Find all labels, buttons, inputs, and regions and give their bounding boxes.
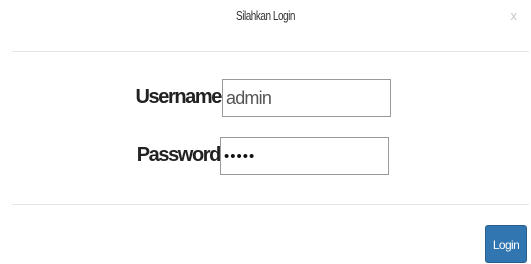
password-row: Password	[0, 136, 531, 176]
password-label: Password	[136, 144, 222, 166]
username-label: Username	[135, 86, 222, 108]
close-icon[interactable]: x	[511, 8, 518, 23]
footer-divider	[12, 204, 529, 205]
header-divider	[12, 51, 529, 52]
modal-header: Silahkan Login x	[0, 0, 531, 46]
username-row: Username	[0, 79, 531, 119]
username-input[interactable]	[222, 79, 391, 117]
modal-title: Silahkan Login	[236, 9, 295, 23]
login-button[interactable]: Login	[485, 225, 527, 263]
password-input[interactable]	[220, 137, 389, 175]
